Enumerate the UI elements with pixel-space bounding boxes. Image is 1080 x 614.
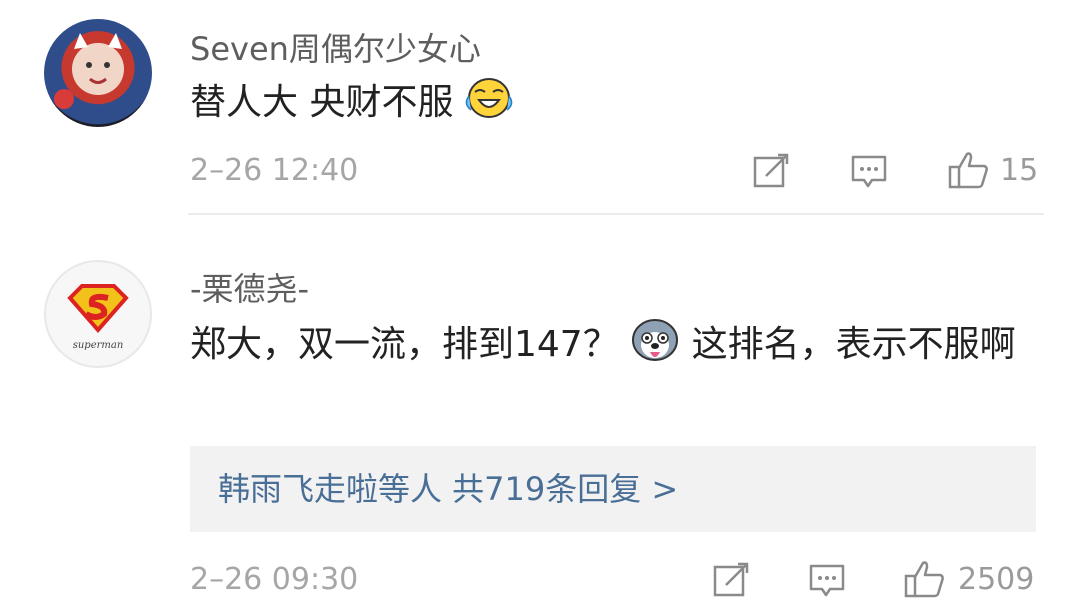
timestamp: 2–26 09:30 [190,562,359,597]
comment-text-content: 替人大 央财不服 [190,82,454,123]
replies-summary-link[interactable]: 韩雨飞走啦等人 共719条回复 > [190,446,1036,532]
laugh-cry-emoji [465,76,513,142]
husky-dog-emoji [630,318,680,384]
comment-item: superman -栗德尧- 郑大，双一流，排到147？ 这排名，表示不服啊 韩… [0,214,1080,614]
comment-text: 替人大 央财不服 [190,70,513,142]
timestamp: 2–26 12:40 [190,153,359,188]
comment-item: Seven周偶尔少女心 替人大 央财不服 2–26 12:40 15 [0,0,1080,214]
avatar[interactable]: superman [44,260,152,368]
comment-text: 郑大，双一流，排到147？ 这排名，表示不服啊 [190,312,1030,384]
repost-icon[interactable] [752,152,790,194]
like-count: 2509 [958,562,1035,597]
like-icon[interactable] [948,150,990,194]
comment-icon[interactable] [808,562,846,604]
comment-text-part: 郑大，双一流，排到147？ [190,324,619,365]
comment-icon[interactable] [850,153,888,195]
username[interactable]: Seven周偶尔少女心 [190,24,481,70]
username[interactable]: -栗德尧- [190,264,309,310]
avatar[interactable] [44,19,152,127]
like-count: 15 [1000,153,1039,188]
avatar-label: superman [72,340,124,351]
repost-icon[interactable] [712,561,750,603]
like-icon[interactable] [904,559,946,603]
comment-text-part: 这排名，表示不服啊 [691,324,1016,365]
